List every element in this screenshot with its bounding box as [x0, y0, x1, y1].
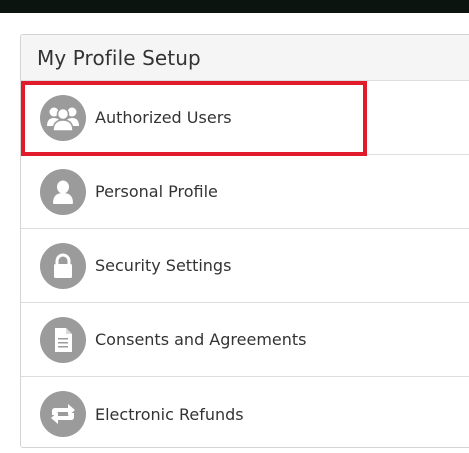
lock-icon — [40, 242, 86, 289]
panel-header: My Profile Setup — [21, 35, 469, 81]
menu-item-security-settings[interactable]: Security Settings — [21, 229, 469, 303]
menu-item-label: Security Settings — [95, 256, 232, 275]
menu-item-electronic-refunds[interactable]: Electronic Refunds — [21, 377, 469, 447]
menu-item-personal-profile[interactable]: Personal Profile — [21, 155, 469, 229]
refund-arrows-icon — [40, 391, 86, 437]
document-icon — [40, 316, 86, 363]
menu-item-label: Consents and Agreements — [95, 330, 307, 349]
menu-item-label: Authorized Users — [95, 108, 232, 127]
menu-item-label: Electronic Refunds — [95, 404, 244, 424]
menu-item-authorized-users[interactable]: Authorized Users — [21, 81, 469, 155]
profile-setup-panel: My Profile Setup Authorized Users Person… — [20, 34, 469, 448]
panel-title: My Profile Setup — [37, 45, 201, 70]
users-icon — [40, 94, 86, 141]
menu-item-label: Personal Profile — [95, 182, 218, 201]
user-icon — [40, 168, 86, 215]
menu-item-consents-agreements[interactable]: Consents and Agreements — [21, 303, 469, 377]
top-bar — [0, 0, 469, 13]
